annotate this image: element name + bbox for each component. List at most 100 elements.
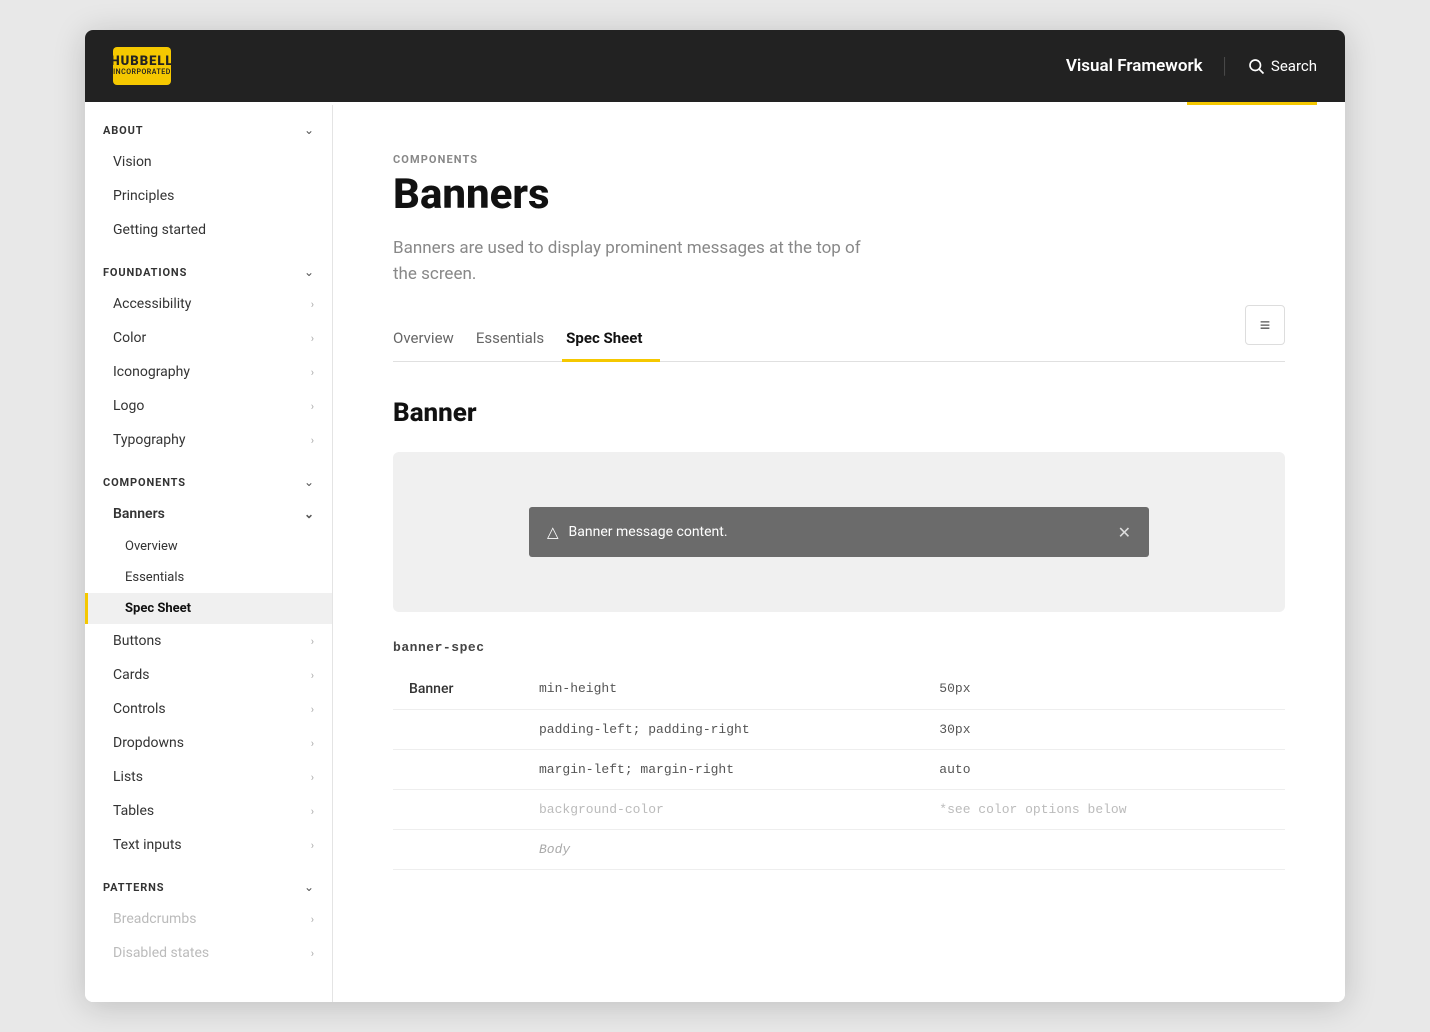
spec-table: Banner min-height 50px padding-left; pad… xyxy=(393,669,1285,870)
sidebar-sub-spec-sheet[interactable]: Spec Sheet xyxy=(85,593,332,624)
tables-label: Tables xyxy=(113,803,154,819)
tab-spec-sheet[interactable]: Spec Sheet xyxy=(562,319,660,362)
sidebar-sub-overview[interactable]: Overview xyxy=(85,531,332,562)
section-title: Banner xyxy=(393,398,1285,428)
disabled-states-chevron: › xyxy=(311,947,314,960)
tab-essentials[interactable]: Essentials xyxy=(472,319,562,362)
sidebar-item-tables[interactable]: Tables › xyxy=(85,794,332,828)
sidebar-item-cards[interactable]: Cards › xyxy=(85,658,332,692)
sidebar-item-typography[interactable]: Typography › xyxy=(85,423,332,457)
spec-label: banner-spec xyxy=(393,640,1285,655)
table-row: margin-left; margin-right auto xyxy=(393,750,1285,790)
spec-component-4 xyxy=(393,830,523,870)
iconography-label: Iconography xyxy=(113,364,190,380)
banner-close-button[interactable]: ✕ xyxy=(1118,523,1131,542)
toc-button[interactable]: ≡ xyxy=(1245,305,1285,345)
search-label: Search xyxy=(1271,57,1317,75)
sidebar-item-disabled-states[interactable]: Disabled states › xyxy=(85,936,332,970)
sidebar-item-color[interactable]: Color › xyxy=(85,321,332,355)
sidebar-section-foundations[interactable]: FOUNDATIONS ⌄ xyxy=(85,247,332,287)
vision-label: Vision xyxy=(113,154,152,170)
sidebar-sub-essentials[interactable]: Essentials xyxy=(85,562,332,593)
dropdowns-label: Dropdowns xyxy=(113,735,184,751)
lists-chevron: › xyxy=(311,771,314,784)
dropdowns-chevron: › xyxy=(311,737,314,750)
banner-preview-box: △ Banner message content. ✕ xyxy=(393,452,1285,612)
banner-demo-text: Banner message content. xyxy=(569,524,728,540)
sidebar-item-text-inputs[interactable]: Text inputs › xyxy=(85,828,332,862)
spec-property-4: Body xyxy=(523,830,923,870)
components-label: COMPONENTS xyxy=(103,476,186,489)
table-row: background-color *see color options belo… xyxy=(393,790,1285,830)
body-layout: ABOUT ⌄ Vision Principles Getting starte… xyxy=(85,105,1345,1002)
nav-title: Visual Framework xyxy=(1066,56,1203,76)
essentials-sub-label: Essentials xyxy=(125,570,184,585)
sidebar-item-accessibility[interactable]: Accessibility › xyxy=(85,287,332,321)
logo-top: HUBBELL xyxy=(111,55,174,69)
tables-chevron: › xyxy=(311,805,314,818)
cards-label: Cards xyxy=(113,667,149,683)
sidebar-item-controls[interactable]: Controls › xyxy=(85,692,332,726)
buttons-label: Buttons xyxy=(113,633,161,649)
getting-started-label: Getting started xyxy=(113,222,206,238)
spec-value-4 xyxy=(923,830,1285,870)
disabled-states-label: Disabled states xyxy=(113,945,209,961)
patterns-label: PATTERNS xyxy=(103,881,164,894)
sidebar: ABOUT ⌄ Vision Principles Getting starte… xyxy=(85,105,333,1002)
logo-sub: INCORPORATED xyxy=(113,69,171,77)
sidebar-item-dropdowns[interactable]: Dropdowns › xyxy=(85,726,332,760)
about-label: ABOUT xyxy=(103,124,143,137)
color-chevron: › xyxy=(311,332,314,345)
main-content: COMPONENTS Banners Banners are used to d… xyxy=(333,105,1345,1002)
sidebar-item-breadcrumbs[interactable]: Breadcrumbs › xyxy=(85,902,332,936)
toc-icon: ≡ xyxy=(1260,315,1271,336)
logo-box: HUBBELL INCORPORATED xyxy=(113,47,171,85)
spec-value-3: *see color options below xyxy=(923,790,1285,830)
search-icon xyxy=(1247,57,1265,75)
spec-sheet-sub-label: Spec Sheet xyxy=(125,601,191,616)
sidebar-section-components[interactable]: COMPONENTS ⌄ xyxy=(85,457,332,497)
spec-property-0: min-height xyxy=(523,669,923,710)
breadcrumb: COMPONENTS xyxy=(393,153,873,166)
spec-component-2 xyxy=(393,750,523,790)
sidebar-section-patterns[interactable]: PATTERNS ⌄ xyxy=(85,862,332,902)
nav-right: Visual Framework | Search xyxy=(1066,54,1317,79)
sidebar-item-principles[interactable]: Principles xyxy=(85,179,332,213)
overview-sub-label: Overview xyxy=(125,539,178,554)
page-title: Banners xyxy=(393,172,873,218)
sidebar-section-about[interactable]: ABOUT ⌄ xyxy=(85,105,332,145)
about-chevron: ⌄ xyxy=(304,123,314,137)
sidebar-item-lists[interactable]: Lists › xyxy=(85,760,332,794)
search-button[interactable]: Search xyxy=(1247,57,1317,75)
sidebar-banners[interactable]: Banners ⌄ xyxy=(85,497,332,531)
components-chevron: ⌄ xyxy=(304,475,314,489)
logo[interactable]: HUBBELL INCORPORATED xyxy=(113,47,171,85)
text-inputs-label: Text inputs xyxy=(113,837,182,853)
sidebar-item-iconography[interactable]: Iconography › xyxy=(85,355,332,389)
banners-chevron: ⌄ xyxy=(304,507,314,521)
controls-chevron: › xyxy=(311,703,314,716)
sidebar-item-vision[interactable]: Vision xyxy=(85,145,332,179)
iconography-chevron: › xyxy=(311,366,314,379)
accessibility-chevron: › xyxy=(311,298,314,311)
banner-demo: △ Banner message content. ✕ xyxy=(529,507,1149,557)
tab-overview[interactable]: Overview xyxy=(393,319,472,362)
sidebar-item-buttons[interactable]: Buttons › xyxy=(85,624,332,658)
spec-property-2: margin-left; margin-right xyxy=(523,750,923,790)
spec-component-1 xyxy=(393,710,523,750)
tabs-bar: Overview Essentials Spec Sheet xyxy=(393,319,1285,362)
logo-label: Logo xyxy=(113,398,144,414)
nav-divider: | xyxy=(1223,54,1227,79)
color-label: Color xyxy=(113,330,146,346)
foundations-label: FOUNDATIONS xyxy=(103,266,187,279)
banner-demo-inner: △ Banner message content. xyxy=(547,523,728,541)
typography-label: Typography xyxy=(113,432,185,448)
page-description: Banners are used to display prominent me… xyxy=(393,236,873,287)
spec-component-3 xyxy=(393,790,523,830)
breadcrumbs-chevron: › xyxy=(311,913,314,926)
sidebar-item-getting-started[interactable]: Getting started xyxy=(85,213,332,247)
text-inputs-chevron: › xyxy=(311,839,314,852)
logo-chevron: › xyxy=(311,400,314,413)
spec-value-1: 30px xyxy=(923,710,1285,750)
sidebar-item-logo[interactable]: Logo › xyxy=(85,389,332,423)
